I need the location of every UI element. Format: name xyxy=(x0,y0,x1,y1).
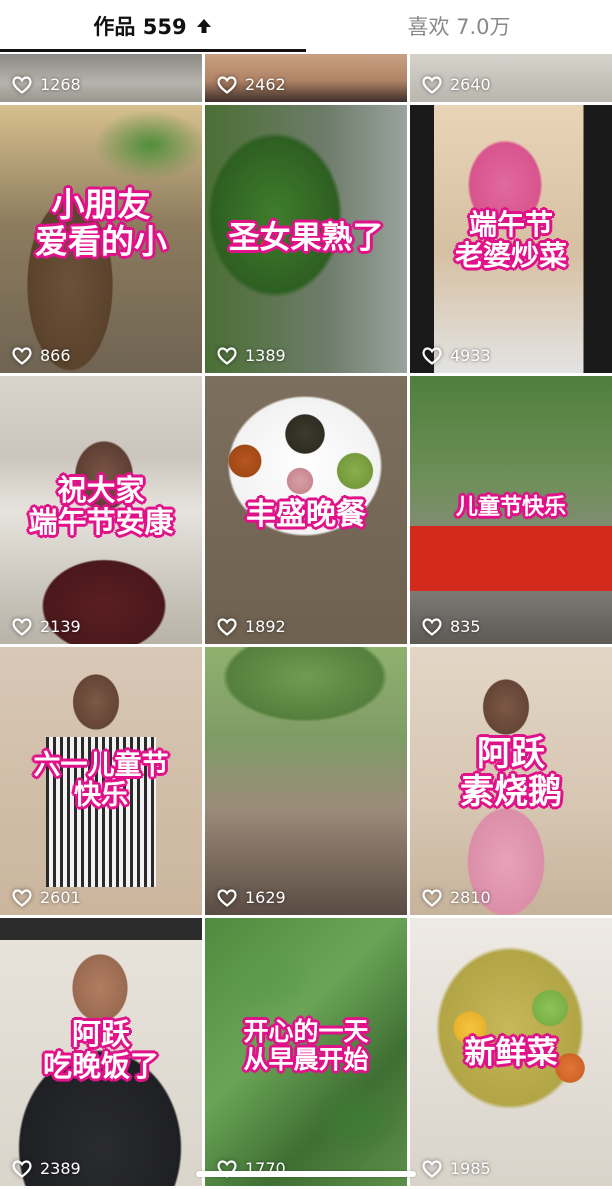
like-count: 2139 xyxy=(12,617,81,636)
video-tile[interactable]: 端午节 老婆炒菜 4933 xyxy=(410,105,612,373)
heart-outline-icon xyxy=(12,346,32,365)
like-count: 1629 xyxy=(217,888,286,907)
heart-outline-icon xyxy=(217,346,237,365)
video-caption: 阿跃 吃晚饭了 xyxy=(42,1017,159,1084)
video-caption: 圣女果熟了 xyxy=(228,220,384,256)
heart-outline-icon xyxy=(12,75,32,94)
heart-outline-icon xyxy=(422,75,442,94)
like-count: 835 xyxy=(422,617,481,636)
heart-outline-icon xyxy=(217,75,237,94)
heart-outline-icon xyxy=(12,888,32,907)
video-tile[interactable]: 六一儿童节 快乐 2601 xyxy=(0,647,202,915)
like-count: 2462 xyxy=(217,75,286,94)
like-count: 1985 xyxy=(422,1159,491,1178)
like-count: 1892 xyxy=(217,617,286,636)
like-count: 1389 xyxy=(217,346,286,365)
video-tile[interactable]: 新鲜菜 1985 xyxy=(410,918,612,1186)
heart-outline-icon xyxy=(422,617,442,636)
video-tile[interactable]: 2640 xyxy=(410,54,612,102)
arrow-up-icon[interactable] xyxy=(195,17,213,35)
heart-outline-icon xyxy=(12,1159,32,1178)
video-tile[interactable]: 小朋友 爱看的小 866 xyxy=(0,105,202,373)
tab-works[interactable]: 作品 559 xyxy=(0,0,306,52)
active-tab-indicator xyxy=(0,49,306,52)
video-caption: 端午节 老婆炒菜 xyxy=(454,208,567,273)
profile-tab-bar: 作品 559 喜欢 7.0万 xyxy=(0,0,612,52)
video-tile[interactable]: 儿童节快乐 835 xyxy=(410,376,612,644)
tab-likes-label: 喜欢 7.0万 xyxy=(407,15,511,39)
video-caption: 新鲜菜 xyxy=(464,1035,558,1071)
video-tile[interactable]: 开心的一天 从早晨开始 1770 xyxy=(205,918,407,1186)
video-caption: 祝大家 端午节安康 xyxy=(28,473,174,540)
like-count: 866 xyxy=(12,346,71,365)
video-tile[interactable]: 1629 xyxy=(205,647,407,915)
video-tile[interactable]: 阿跃 素烧鹅 2810 xyxy=(410,647,612,915)
video-tile[interactable]: 阿跃 吃晚饭了 2389 xyxy=(0,918,202,1186)
heart-outline-icon xyxy=(422,888,442,907)
heart-outline-icon xyxy=(12,617,32,636)
video-caption: 六一儿童节 快乐 xyxy=(33,750,169,812)
video-tile[interactable]: 圣女果熟了 1389 xyxy=(205,105,407,373)
tab-likes[interactable]: 喜欢 7.0万 xyxy=(306,0,612,52)
video-caption: 阿跃 素烧鹅 xyxy=(460,734,562,813)
video-caption: 小朋友 爱看的小 xyxy=(35,185,167,261)
heart-outline-icon xyxy=(217,888,237,907)
heart-outline-icon xyxy=(422,346,442,365)
video-tile[interactable]: 祝大家 端午节安康 2139 xyxy=(0,376,202,644)
like-count: 2640 xyxy=(422,75,491,94)
home-indicator[interactable] xyxy=(196,1171,416,1177)
video-caption: 丰盛晚餐 xyxy=(246,497,366,532)
like-count: 2389 xyxy=(12,1159,81,1178)
like-count: 1268 xyxy=(12,75,81,94)
video-thumbnail xyxy=(205,647,407,915)
like-count: 2601 xyxy=(12,888,81,907)
heart-outline-icon xyxy=(422,1159,442,1178)
video-tile[interactable]: 2462 xyxy=(205,54,407,102)
like-count: 4933 xyxy=(422,346,491,365)
like-count: 2810 xyxy=(422,888,491,907)
heart-outline-icon xyxy=(217,617,237,636)
tab-works-label: 作品 559 xyxy=(93,15,187,39)
video-caption: 儿童节快乐 xyxy=(455,495,566,520)
video-caption: 开心的一天 从早晨开始 xyxy=(243,1017,369,1074)
video-tile[interactable]: 1268 xyxy=(0,54,202,102)
video-tile[interactable]: 丰盛晚餐 1892 xyxy=(205,376,407,644)
